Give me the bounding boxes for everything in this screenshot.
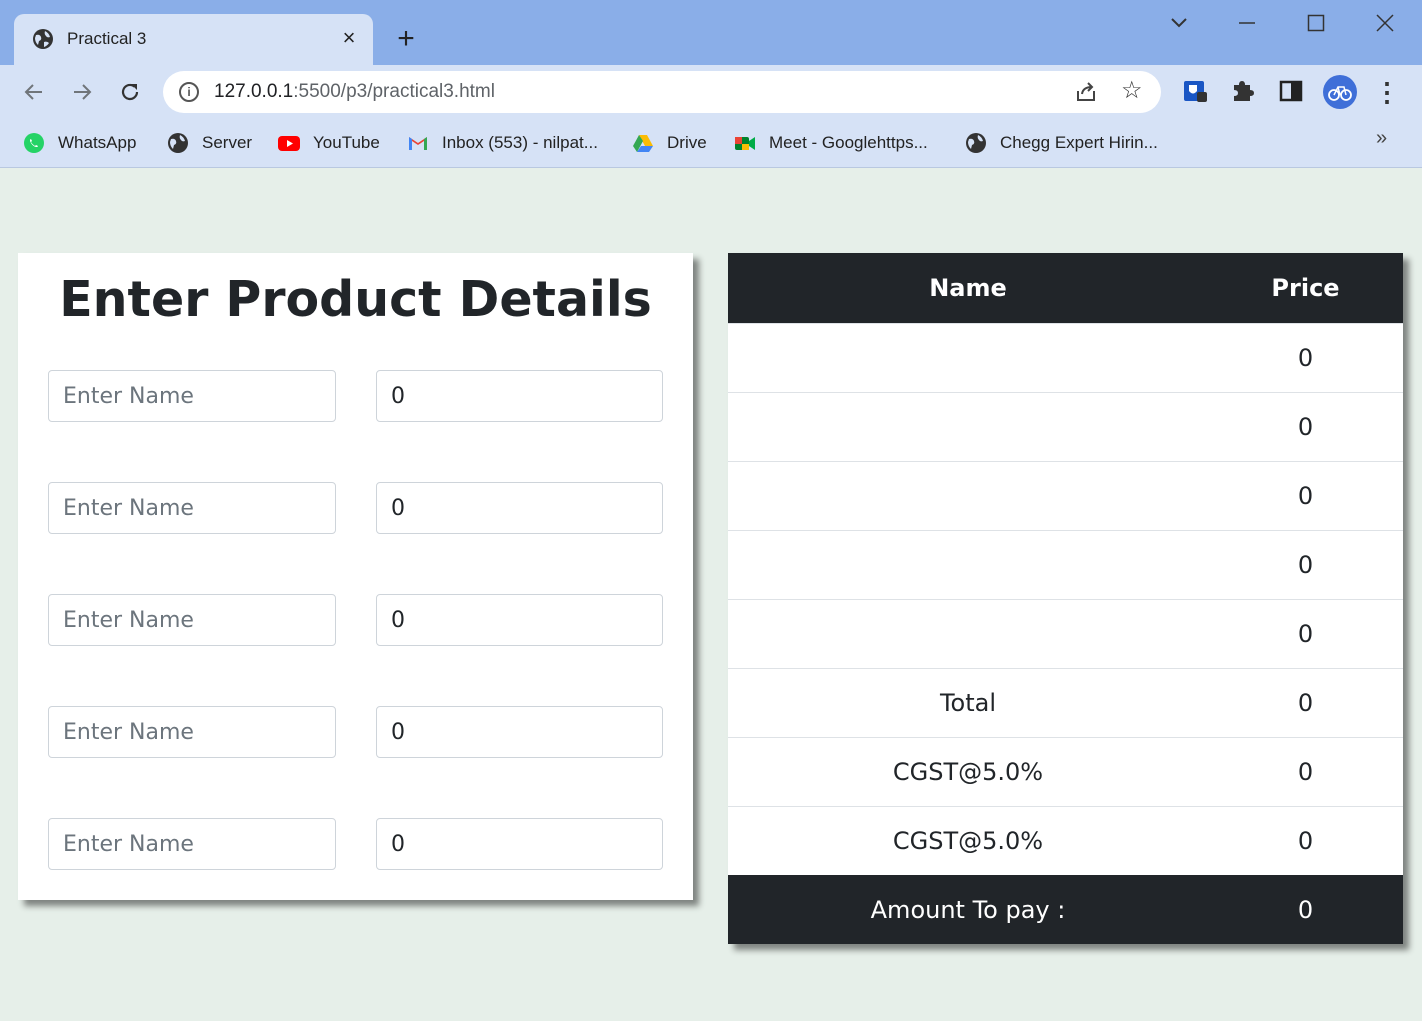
- whatsapp-icon: [24, 133, 44, 153]
- bicycle-icon: [1328, 86, 1352, 101]
- new-tab-button[interactable]: +: [392, 24, 420, 54]
- password-manager-icon[interactable]: [1181, 77, 1209, 105]
- bookmark-meet[interactable]: Meet - Googlehttps...: [734, 129, 928, 157]
- forward-arrow-icon[interactable]: [67, 77, 97, 107]
- item-name-cell: [728, 598, 1208, 668]
- bookmark-label: WhatsApp: [58, 133, 137, 152]
- product-name-input[interactable]: [48, 370, 336, 422]
- form-title: Enter Product Details: [59, 271, 652, 328]
- tab-close-icon[interactable]: ×: [337, 26, 361, 50]
- bookmark-drive[interactable]: Drive: [632, 129, 707, 157]
- extensions-puzzle-icon[interactable]: [1229, 77, 1257, 105]
- product-row-1: [48, 370, 663, 422]
- total-label: Total: [728, 667, 1208, 737]
- amount-value: 0: [1208, 874, 1403, 944]
- bookmark-youtube[interactable]: YouTube: [278, 129, 380, 157]
- item-name-cell: [728, 529, 1208, 599]
- table-row: 0: [728, 598, 1403, 668]
- site-info-icon[interactable]: i: [179, 82, 199, 102]
- tax-label: CGST@5.0%: [728, 805, 1208, 875]
- item-name-cell: [728, 391, 1208, 461]
- globe-icon: [966, 133, 986, 153]
- item-price-cell: 0: [1208, 598, 1403, 668]
- bookmark-label: Drive: [667, 133, 707, 152]
- product-name-input[interactable]: [48, 706, 336, 758]
- column-header-name: Name: [728, 253, 1208, 323]
- globe-icon: [33, 29, 53, 49]
- side-panel-icon[interactable]: [1277, 77, 1305, 105]
- tax-value: 0: [1208, 805, 1403, 875]
- bookmark-label: YouTube: [313, 133, 380, 152]
- tab-practical-3[interactable]: Practical 3 ×: [14, 14, 373, 65]
- product-row-3: [48, 594, 663, 646]
- product-price-input[interactable]: [376, 594, 663, 646]
- youtube-icon: [278, 136, 300, 151]
- product-name-input[interactable]: [48, 482, 336, 534]
- url-path: :5500/p3/practical3.html: [293, 81, 495, 102]
- minimize-icon[interactable]: [1227, 8, 1267, 38]
- back-arrow-icon[interactable]: [19, 77, 49, 107]
- item-name-cell: [728, 460, 1208, 530]
- more-menu-icon[interactable]: ⋮: [1374, 77, 1400, 107]
- bookmark-label: Inbox (553) - nilpat...: [442, 133, 598, 152]
- close-window-icon[interactable]: [1365, 8, 1405, 38]
- meet-icon: [735, 137, 755, 150]
- table-header-row: Name Price: [728, 253, 1403, 323]
- bookmark-star-icon[interactable]: ☆: [1121, 77, 1143, 105]
- amount-label: Amount To pay :: [728, 874, 1208, 944]
- product-price-input[interactable]: [376, 818, 663, 870]
- share-icon[interactable]: [1073, 79, 1099, 105]
- tax-row: CGST@5.0% 0: [728, 805, 1403, 875]
- item-price-cell: 0: [1208, 529, 1403, 599]
- maximize-icon[interactable]: [1296, 8, 1336, 38]
- bookmark-chegg[interactable]: Chegg Expert Hirin...: [965, 129, 1158, 157]
- tax-row: CGST@5.0% 0: [728, 736, 1403, 806]
- product-row-4: [48, 706, 663, 758]
- product-price-input[interactable]: [376, 706, 663, 758]
- bookmark-label: Chegg Expert Hirin...: [1000, 133, 1158, 152]
- bill-table-card: Name Price 0 0 0 0 0 Total 0 CGST@5.0% 0…: [728, 253, 1403, 944]
- url-text[interactable]: 127.0.0.1:5500/p3/practical3.html: [214, 81, 495, 103]
- item-price-cell: 0: [1208, 391, 1403, 461]
- product-price-input[interactable]: [376, 370, 663, 422]
- browser-toolbar: i 127.0.0.1:5500/p3/practical3.html ☆ ⋮: [0, 65, 1422, 120]
- product-name-input[interactable]: [48, 594, 336, 646]
- gmail-icon: [409, 137, 427, 150]
- address-bar[interactable]: i 127.0.0.1:5500/p3/practical3.html ☆: [163, 71, 1161, 113]
- url-host: 127.0.0.1: [214, 81, 294, 102]
- table-row: 0: [728, 391, 1403, 461]
- bill-table: Name Price 0 0 0 0 0 Total 0 CGST@5.0% 0…: [728, 253, 1403, 944]
- tax-label: CGST@5.0%: [728, 736, 1208, 806]
- total-row: Total 0: [728, 667, 1403, 737]
- item-price-cell: 0: [1208, 322, 1403, 392]
- bookmark-label: Meet - Googlehttps...: [769, 133, 928, 152]
- product-row-5: [48, 818, 663, 870]
- item-name-cell: [728, 322, 1208, 392]
- bookmark-server[interactable]: Server: [167, 129, 252, 157]
- table-row: 0: [728, 322, 1403, 392]
- product-form-card: Enter Product Details: [18, 253, 693, 900]
- tab-search-icon[interactable]: [1159, 8, 1199, 38]
- table-row: 0: [728, 460, 1403, 530]
- tab-strip: Practical 3 × +: [0, 0, 1422, 65]
- bookmarks-overflow-icon[interactable]: »: [1376, 127, 1387, 150]
- bookmark-label: Server: [202, 133, 253, 152]
- product-price-input[interactable]: [376, 482, 663, 534]
- product-row-2: [48, 482, 663, 534]
- tax-value: 0: [1208, 736, 1403, 806]
- bookmark-whatsapp[interactable]: WhatsApp: [23, 129, 136, 157]
- profile-avatar[interactable]: [1323, 75, 1357, 109]
- table-row: 0: [728, 529, 1403, 599]
- product-name-input[interactable]: [48, 818, 336, 870]
- tab-title: Practical 3: [67, 29, 147, 48]
- item-price-cell: 0: [1208, 460, 1403, 530]
- total-value: 0: [1208, 667, 1403, 737]
- drive-icon: [633, 135, 653, 152]
- bookmarks-bar: WhatsApp Server YouTube Inbox (553) - ni…: [0, 120, 1422, 168]
- reload-icon[interactable]: [115, 77, 145, 107]
- column-header-price: Price: [1208, 253, 1403, 323]
- globe-icon: [168, 133, 188, 153]
- amount-to-pay-row: Amount To pay : 0: [728, 874, 1403, 944]
- bookmark-inbox[interactable]: Inbox (553) - nilpat...: [407, 129, 598, 157]
